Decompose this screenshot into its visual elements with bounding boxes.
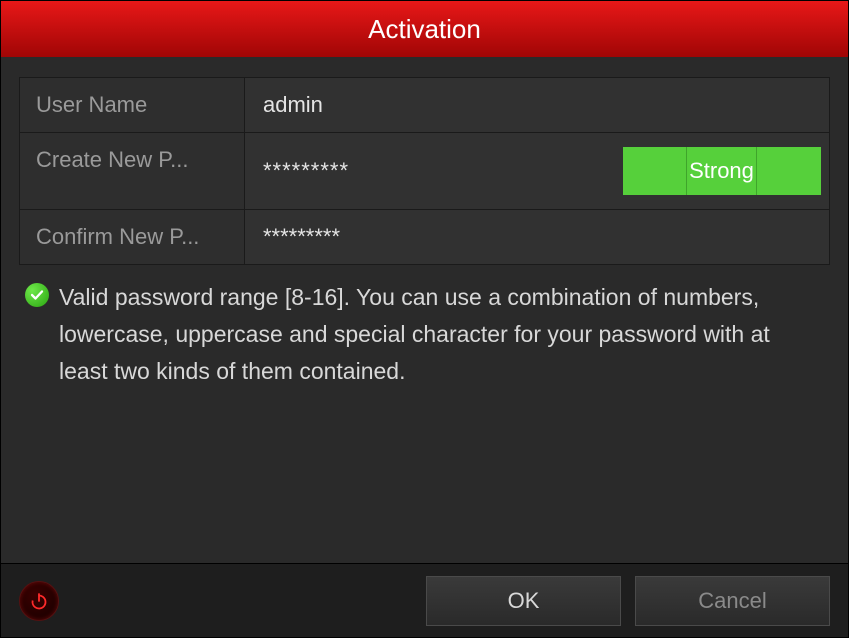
titlebar: Activation: [1, 1, 848, 57]
password-strength-meter: Strong: [623, 147, 821, 195]
power-icon: [29, 591, 49, 611]
input-username[interactable]: admin: [245, 78, 829, 132]
row-password: Create New P... ********* Strong: [20, 133, 829, 210]
label-username: User Name: [20, 78, 245, 132]
input-confirm[interactable]: *********: [245, 210, 829, 264]
row-username: User Name admin: [20, 78, 829, 133]
password-value: *********: [263, 158, 623, 184]
row-confirm: Confirm New P... *********: [20, 210, 829, 264]
power-button[interactable]: [19, 581, 59, 621]
dialog-title: Activation: [368, 14, 481, 45]
activation-dialog: Activation User Name admin Create New P.…: [0, 0, 849, 638]
input-password[interactable]: ********* Strong: [245, 133, 829, 209]
footer: OK Cancel: [1, 563, 848, 637]
check-icon: [25, 283, 49, 307]
strength-label: Strong: [687, 147, 757, 195]
strength-seg-3: [757, 147, 821, 195]
hint-text: Valid password range [8-16]. You can use…: [59, 279, 820, 389]
strength-seg-1: [623, 147, 687, 195]
ok-button[interactable]: OK: [426, 576, 621, 626]
cancel-button[interactable]: Cancel: [635, 576, 830, 626]
hint-section: Valid password range [8-16]. You can use…: [19, 265, 830, 389]
label-confirm: Confirm New P...: [20, 210, 245, 264]
label-password: Create New P...: [20, 133, 245, 209]
form-content: User Name admin Create New P... ********…: [1, 57, 848, 389]
form-table: User Name admin Create New P... ********…: [19, 77, 830, 265]
